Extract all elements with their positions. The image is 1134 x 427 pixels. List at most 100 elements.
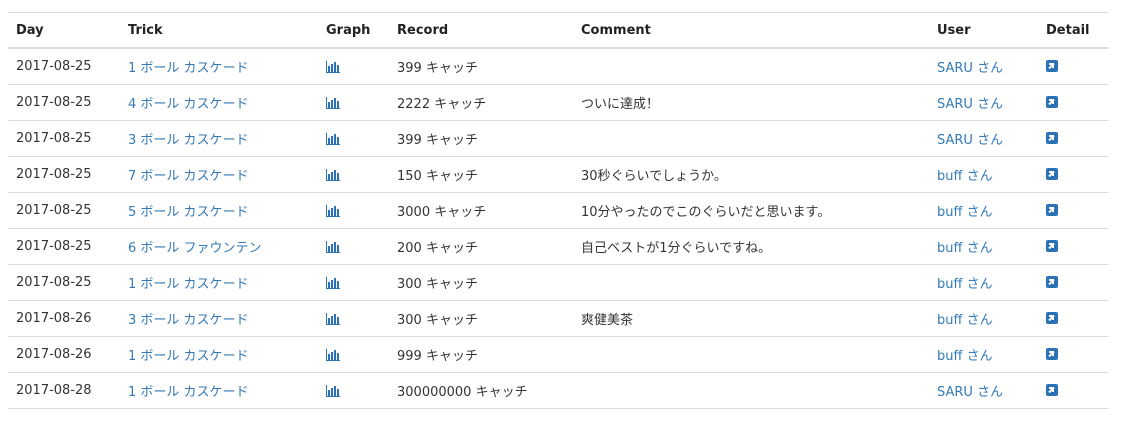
cell-record: 399 キャッチ (389, 120, 573, 157)
graph-link[interactable] (326, 168, 340, 183)
header-user: User (937, 22, 971, 38)
cell-user: SARU さん (929, 372, 1038, 409)
user-link[interactable]: SARU さん (937, 97, 1003, 112)
cell-comment (573, 48, 929, 85)
cell-detail (1038, 228, 1109, 265)
graph-link[interactable] (326, 96, 340, 111)
user-link[interactable]: buff さん (937, 349, 993, 364)
detail-link[interactable] (1046, 239, 1058, 255)
trick-link[interactable]: 1 ボール カスケード (128, 385, 249, 400)
bar-chart-icon[interactable] (326, 240, 340, 253)
user-link[interactable]: buff さん (937, 205, 993, 220)
cell-record: 200 キャッチ (389, 228, 573, 265)
cell-detail (1038, 372, 1109, 409)
trick-link[interactable]: 1 ボール カスケード (128, 349, 249, 364)
detail-link[interactable] (1046, 275, 1058, 291)
graph-link[interactable] (326, 132, 340, 147)
bar-chart-icon[interactable] (326, 168, 340, 181)
graph-link[interactable] (326, 240, 340, 255)
external-link-icon[interactable] (1046, 347, 1058, 360)
graph-link[interactable] (326, 60, 340, 75)
graph-link[interactable] (326, 384, 340, 399)
trick-link[interactable]: 7 ボール カスケード (128, 169, 249, 184)
bar-chart-icon[interactable] (326, 60, 340, 73)
trick-link[interactable]: 3 ボール カスケード (128, 313, 249, 328)
cell-comment: 自己ベストが1分ぐらいですね。 (573, 228, 929, 265)
trick-link[interactable]: 3 ボール カスケード (128, 133, 249, 148)
detail-link[interactable] (1046, 347, 1058, 363)
cell-trick: 3 ボール カスケード (120, 120, 318, 157)
user-link[interactable]: SARU さん (937, 133, 1003, 148)
header-row: Day Trick Graph Record Comment User Deta… (8, 12, 1109, 48)
cell-trick: 1 ボール カスケード (120, 336, 318, 373)
bar-chart-icon[interactable] (326, 312, 340, 325)
detail-link[interactable] (1046, 311, 1058, 327)
detail-link[interactable] (1046, 59, 1058, 75)
cell-trick: 1 ボール カスケード (120, 264, 318, 301)
trick-link[interactable]: 1 ボール カスケード (128, 277, 249, 292)
cell-comment: ついに達成！ (573, 84, 929, 121)
cell-detail (1038, 192, 1109, 229)
cell-graph (318, 48, 389, 85)
cell-detail (1038, 336, 1109, 373)
records-table: Day Trick Graph Record Comment User Deta… (8, 12, 1109, 409)
table-row: 2017-08-25 4 ボール カスケード 2222 キャッチ ついに達成！ SARU… (8, 84, 1109, 121)
external-link-icon[interactable] (1046, 59, 1058, 72)
bar-chart-icon[interactable] (326, 348, 340, 361)
cell-detail (1038, 120, 1109, 157)
graph-link[interactable] (326, 348, 340, 363)
cell-record: 399 キャッチ (389, 48, 573, 85)
cell-detail (1038, 84, 1109, 121)
external-link-icon[interactable] (1046, 239, 1058, 252)
external-link-icon[interactable] (1046, 95, 1058, 108)
graph-link[interactable] (326, 204, 340, 219)
cell-detail (1038, 48, 1109, 85)
user-link[interactable]: buff さん (937, 313, 993, 328)
detail-link[interactable] (1046, 131, 1058, 147)
table-row: 2017-08-25 1 ボール カスケード 300 キャッチ buff さん (8, 264, 1109, 301)
detail-link[interactable] (1046, 203, 1058, 219)
trick-link[interactable]: 4 ボール カスケード (128, 97, 249, 112)
detail-link[interactable] (1046, 167, 1058, 183)
user-link[interactable]: buff さん (937, 241, 993, 256)
cell-day: 2017-08-25 (8, 156, 120, 193)
user-link[interactable]: SARU さん (937, 61, 1003, 76)
cell-graph (318, 228, 389, 265)
trick-link[interactable]: 6 ボール ファウンテン (128, 241, 262, 256)
cell-user: buff さん (929, 192, 1038, 229)
cell-day: 2017-08-25 (8, 264, 120, 301)
detail-link[interactable] (1046, 383, 1058, 399)
external-link-icon[interactable] (1046, 167, 1058, 180)
cell-graph (318, 120, 389, 157)
cell-graph (318, 264, 389, 301)
table-header: Day Trick Graph Record Comment User Deta… (8, 12, 1109, 48)
cell-detail (1038, 264, 1109, 301)
bar-chart-icon[interactable] (326, 204, 340, 217)
graph-link[interactable] (326, 312, 340, 327)
cell-record: 999 キャッチ (389, 336, 573, 373)
external-link-icon[interactable] (1046, 203, 1058, 216)
external-link-icon[interactable] (1046, 275, 1058, 288)
trick-link[interactable]: 5 ボール カスケード (128, 205, 249, 220)
user-link[interactable]: buff さん (937, 169, 993, 184)
bar-chart-icon[interactable] (326, 132, 340, 145)
header-record: Record (397, 22, 449, 38)
cell-day: 2017-08-28 (8, 372, 120, 409)
cell-detail (1038, 156, 1109, 193)
user-link[interactable]: buff さん (937, 277, 993, 292)
cell-day: 2017-08-25 (8, 48, 120, 85)
bar-chart-icon[interactable] (326, 276, 340, 289)
graph-link[interactable] (326, 276, 340, 291)
bar-chart-icon[interactable] (326, 384, 340, 397)
cell-record: 300 キャッチ (389, 264, 573, 301)
bar-chart-icon[interactable] (326, 96, 340, 109)
cell-day: 2017-08-26 (8, 336, 120, 373)
trick-link[interactable]: 1 ボール カスケード (128, 61, 249, 76)
external-link-icon[interactable] (1046, 383, 1058, 396)
cell-trick: 6 ボール ファウンテン (120, 228, 318, 265)
external-link-icon[interactable] (1046, 311, 1058, 324)
external-link-icon[interactable] (1046, 131, 1058, 144)
cell-graph (318, 84, 389, 121)
user-link[interactable]: SARU さん (937, 385, 1003, 400)
detail-link[interactable] (1046, 95, 1058, 111)
